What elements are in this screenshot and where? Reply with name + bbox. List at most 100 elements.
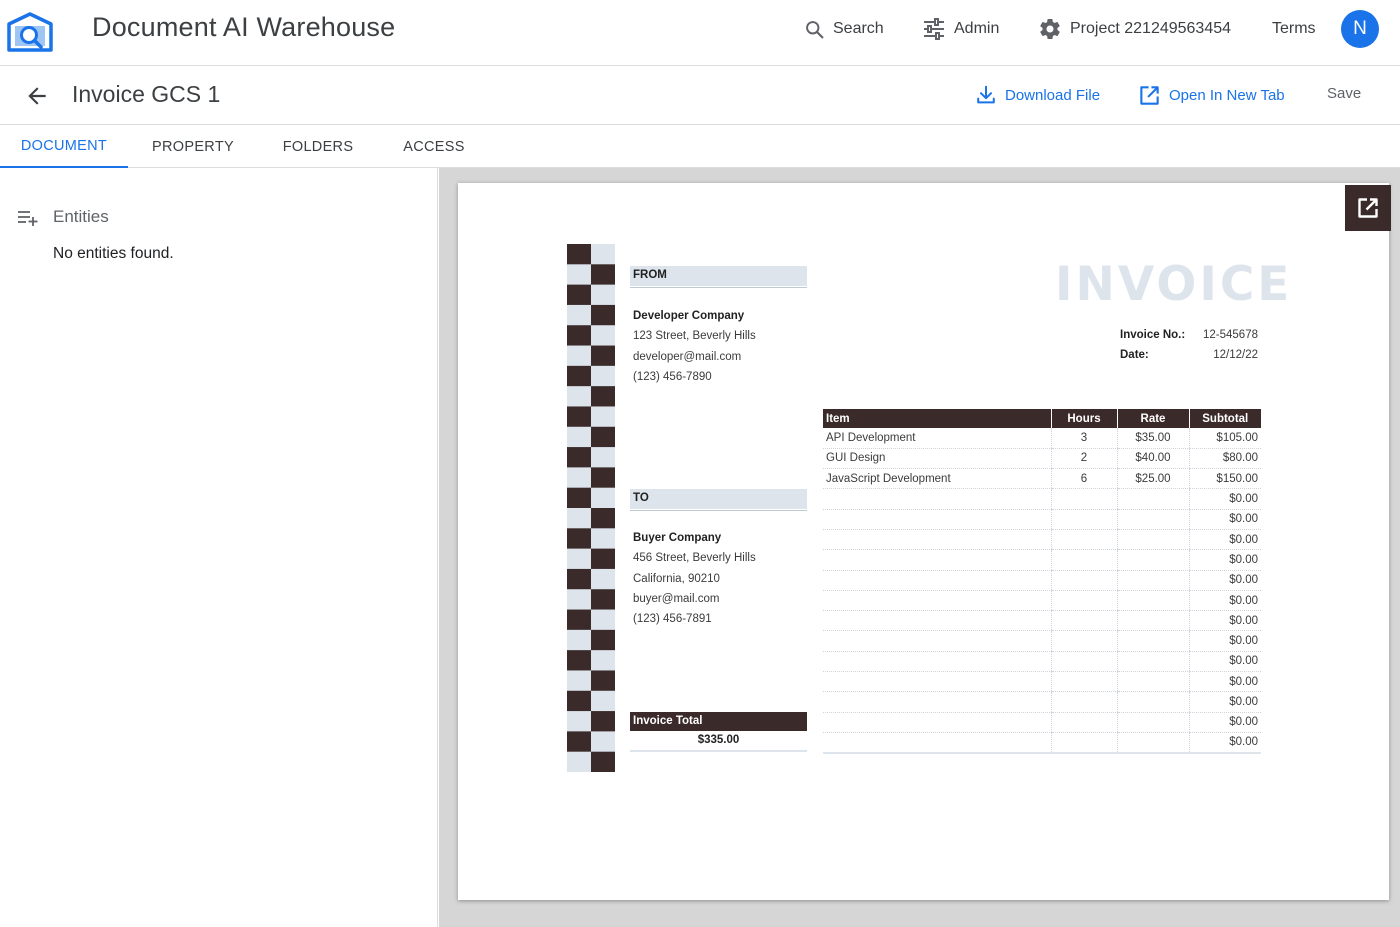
- table-row: JavaScript Development 6 $25.00 $150.00: [823, 468, 1261, 490]
- nav-admin[interactable]: Admin: [922, 17, 999, 41]
- top-app-bar: Document AI Warehouse Search Admin Proje…: [0, 0, 1400, 66]
- nav-search-label: Search: [833, 20, 884, 37]
- checker-square: [567, 609, 591, 631]
- checker-square: [567, 589, 591, 611]
- download-file-label: Download File: [1005, 86, 1101, 104]
- checker-square: [591, 244, 615, 265]
- to-label: TO: [630, 489, 807, 509]
- from-block: Developer Company 123 Street, Beverly Hi…: [633, 306, 756, 387]
- invoice-heading: INVOICE: [1055, 257, 1293, 312]
- table-cell: [1050, 570, 1117, 591]
- checker-square: [567, 690, 591, 712]
- nav-project[interactable]: Project 221249563454: [1038, 17, 1231, 41]
- table-cell: [823, 549, 1051, 571]
- checker-square: [591, 487, 615, 509]
- checker-square: [567, 528, 591, 550]
- checker-square: [591, 406, 615, 428]
- table-cell: $0.00: [1188, 630, 1261, 652]
- table-cell: 6: [1050, 468, 1117, 490]
- table-cell: [1116, 529, 1189, 551]
- table-cell: [1050, 651, 1117, 673]
- table-cell: $0.00: [1188, 509, 1261, 530]
- arrow-left-icon: [28, 87, 46, 105]
- checkered-strip: [567, 244, 615, 772]
- entities-panel: Entities No entities found.: [0, 168, 438, 927]
- download-icon: [977, 85, 995, 104]
- tab-access[interactable]: ACCESS: [390, 125, 478, 168]
- checker-square: [591, 304, 615, 326]
- avatar[interactable]: N: [1341, 10, 1379, 48]
- table-cell: [823, 671, 1051, 693]
- nav-search[interactable]: Search: [804, 17, 884, 41]
- table-row: $0.00: [823, 671, 1261, 693]
- table-cell: JavaScript Development: [823, 468, 1051, 490]
- nav-project-label: Project 221249563454: [1070, 20, 1232, 37]
- checker-square: [567, 548, 591, 570]
- table-row: $0.00: [823, 529, 1261, 551]
- checker-square: [591, 589, 615, 611]
- tune-icon: [924, 18, 944, 40]
- table-cell: $105.00: [1188, 428, 1261, 449]
- tab-folders[interactable]: FOLDERS: [268, 125, 368, 168]
- checker-square: [591, 508, 615, 529]
- checker-square: [567, 629, 591, 651]
- table-cell: $0.00: [1188, 671, 1261, 693]
- checker-square: [591, 568, 615, 590]
- table-row: $0.00: [823, 570, 1261, 591]
- from-email: developer@mail.com: [633, 350, 742, 363]
- tab-property[interactable]: PROPERTY: [138, 125, 248, 168]
- table-cell: [1050, 671, 1117, 693]
- gear-icon: [1040, 19, 1060, 40]
- table-row: $0.00: [823, 549, 1261, 571]
- date-value: 12/12/22: [1213, 349, 1258, 361]
- table-cell: [1116, 630, 1189, 652]
- checker-square: [567, 345, 591, 367]
- table-cell: [1116, 651, 1189, 673]
- table-cell: $0.00: [1188, 610, 1261, 632]
- table-cell: [823, 488, 1051, 510]
- checker-square: [591, 711, 615, 732]
- checker-square: [591, 629, 615, 651]
- checker-square: [567, 650, 591, 671]
- table-cell: [1050, 712, 1117, 733]
- save-button[interactable]: Save: [1327, 85, 1361, 102]
- checker-square: [591, 690, 615, 712]
- checker-square: [591, 284, 615, 306]
- open-in-viewer-button[interactable]: [1345, 185, 1391, 231]
- open-in-new-icon: [1140, 85, 1159, 105]
- open-new-tab-button[interactable]: Open In New Tab: [1138, 82, 1285, 108]
- table-cell: [823, 570, 1051, 591]
- checker-square: [591, 528, 615, 550]
- table-cell: $0.00: [1188, 549, 1261, 571]
- checker-square: [567, 467, 591, 489]
- table-cell: [1116, 488, 1189, 510]
- playlist-add-icon[interactable]: [17, 209, 39, 227]
- invoice-total-value: $335.00: [630, 732, 807, 752]
- checker-square: [567, 426, 591, 448]
- checker-square: [591, 467, 615, 489]
- checker-square: [591, 426, 615, 448]
- back-button[interactable]: [24, 83, 50, 109]
- checker-square: [567, 284, 591, 306]
- table-cell: $40.00: [1116, 448, 1189, 470]
- checker-square: [567, 731, 591, 753]
- table-cell: [1116, 509, 1189, 530]
- table-cell: $0.00: [1188, 691, 1261, 713]
- download-file-button[interactable]: Download File: [975, 82, 1100, 108]
- to-address: 456 Street, Beverly Hills: [633, 552, 756, 565]
- app-logo-icon[interactable]: [6, 12, 54, 52]
- column-header: Hours: [1050, 409, 1117, 428]
- checker-square: [567, 386, 591, 407]
- table-body: API Development 3 $35.00 $105.00 GUI Design 2…: [823, 428, 1261, 754]
- nav-terms[interactable]: Terms: [1272, 17, 1316, 41]
- to-block: Buyer Company 456 Street, Beverly Hills …: [633, 528, 756, 629]
- document-header: Invoice GCS 1 Download File Open In New …: [0, 66, 1400, 125]
- table-cell: $0.00: [1188, 712, 1261, 733]
- table-cell: [823, 712, 1051, 733]
- table-cell: [823, 529, 1051, 551]
- column-header: Item: [823, 409, 1051, 428]
- table-cell: $0.00: [1188, 529, 1261, 551]
- tab-document[interactable]: DOCUMENT: [0, 125, 128, 168]
- table-row: $0.00: [823, 590, 1261, 612]
- invoice-items-table: Item Hours Rate Subtotal API Development…: [823, 409, 1261, 754]
